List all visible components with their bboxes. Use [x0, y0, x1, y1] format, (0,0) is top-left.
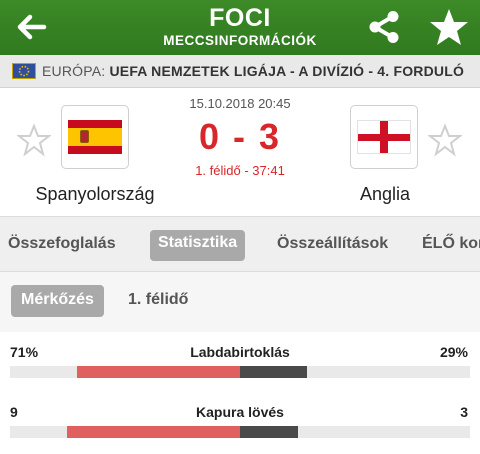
stat-row: 71% Labdabirtoklás 29%: [0, 332, 480, 382]
competition-name: EURÓPA: UEFA NEMZETEK LIGÁJA - A DIVÍZIÓ…: [42, 63, 464, 79]
stat-bar-away: [240, 366, 307, 378]
stat-row: 9 Kapura lövés 3: [0, 392, 480, 442]
stat-bar-home: [67, 426, 240, 438]
away-favorite-star-icon[interactable]: [428, 123, 462, 157]
away-team-name[interactable]: Anglia: [330, 184, 440, 205]
tab-summary[interactable]: Összefoglalás: [8, 235, 116, 253]
stats-period-tabs: Mérkőzés 1. félidő: [0, 272, 480, 332]
stat-bar-home: [77, 366, 240, 378]
competition-bar[interactable]: EURÓPA: UEFA NEMZETEK LIGÁJA - A DIVÍZIÓ…: [0, 55, 480, 88]
competition-region: EURÓPA:: [42, 63, 106, 79]
home-team-name[interactable]: Spanyolország: [28, 184, 162, 205]
away-team-flag[interactable]: [350, 105, 418, 169]
page-title: FOCI: [209, 4, 271, 32]
tab-live-commentary[interactable]: ÉLŐ kom: [422, 235, 480, 253]
share-icon[interactable]: [367, 9, 401, 45]
tab-statistics[interactable]: Statisztika: [150, 230, 246, 261]
stat-away-value: 3: [460, 404, 468, 420]
stat-away-value: 29%: [439, 344, 468, 360]
stat-label: Labdabirtoklás: [190, 344, 290, 360]
england-flag: [357, 120, 411, 154]
page-subtitle: MECCSINFORMÁCIÓK: [163, 33, 317, 48]
subtab-first-half[interactable]: 1. félidő: [128, 291, 188, 309]
stat-label: Kapura lövés: [196, 404, 284, 420]
detail-tabs: Összefoglalás Statisztika Összeállítások…: [0, 216, 480, 272]
europe-flag-icon: [12, 63, 36, 79]
match-summary: 15.10.2018 20:45 0 - 3 1. félidő - 37:41…: [0, 88, 480, 216]
statistics-list: 71% Labdabirtoklás 29% 9 Kapura lövés 3: [0, 332, 480, 454]
competition-title: UEFA NEMZETEK LIGÁJA - A DIVÍZIÓ - 4. FO…: [109, 63, 465, 79]
subtab-match[interactable]: Mérkőzés: [11, 285, 104, 317]
star-icon[interactable]: [429, 7, 469, 47]
stat-bar-away: [240, 426, 298, 438]
app-header: FOCI MECCSINFORMÁCIÓK: [0, 0, 480, 55]
tab-lineups[interactable]: Összeállítások: [277, 235, 388, 253]
